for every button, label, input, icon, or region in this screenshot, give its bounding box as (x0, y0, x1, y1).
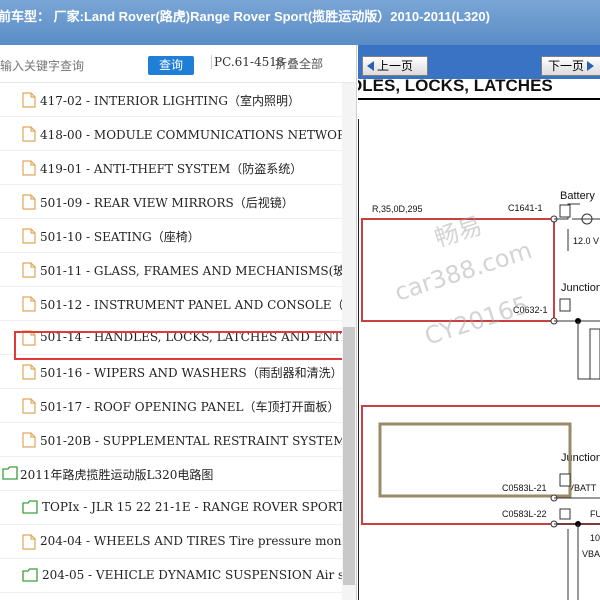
tree-item-label: 204-04 - WHEELS AND TIRES Tire pressure … (40, 534, 342, 548)
tree-item-label: 501-09 - REAR VIEW MIRRORS（后视镜） (40, 196, 294, 210)
junction-label-1: Junction (561, 282, 600, 294)
tree-item[interactable]: 419-01 - ANTI-THEFT SYSTEM（防盗系统） (0, 151, 342, 185)
watermark-line-3: CY20165 (421, 291, 532, 351)
title-prefix: 前车型： (0, 9, 51, 24)
next-page-label: 下一页 (548, 59, 585, 73)
fuse-label: FU (590, 509, 600, 519)
tree-item[interactable]: 501-10 - SEATING（座椅） (0, 219, 342, 253)
file-icon (22, 92, 36, 108)
c0583l21-label: C0583L-21 (502, 483, 547, 493)
tree-panel: 查询 PC.61-4518 折叠全部 417-02 - INTERIOR LIG… (0, 45, 357, 600)
tree-item[interactable]: 501-20B - SUPPLEMENTAL RESTRAINT SYSTEM（ (0, 423, 342, 457)
diagram-heading: DLES, LOCKS, LATCHES (358, 79, 553, 95)
junction-branch-1 (577, 321, 600, 380)
file-icon (22, 534, 36, 550)
tree-item-label: TOPIx - JLR 15 22 21-1E - RANGE ROVER SP… (42, 500, 342, 514)
file-icon (22, 364, 36, 380)
battery-box (559, 204, 571, 218)
tree-item[interactable]: 418-00 - MODULE COMMUNICATIONS NETWORK（ (0, 117, 342, 151)
c0583l22-label: C0583L-22 (502, 509, 547, 519)
tree-item-label: 501-12 - INSTRUMENT PANEL AND CONSOLE（仪表 (40, 298, 342, 312)
window-title: 厂家:Land Rover(路虎)Range Rover Sport(揽胜运动版… (53, 9, 490, 24)
junction-box-2 (559, 473, 571, 487)
arrow-left-icon (367, 61, 374, 71)
wiring-diagram[interactable]: DLES, LOCKS, LATCHES R,35,0D,295 C1641-1… (358, 79, 600, 600)
wiring-diagram-svg: DLES, LOCKS, LATCHES R,35,0D,295 C1641-1… (358, 79, 600, 600)
tree-item[interactable]: 2011年路虎揽胜运动版L320电路图 (0, 457, 342, 491)
tree-item-label: 501-16 - WIPERS AND WASHERS（雨刮器和清洗） (40, 366, 342, 380)
tree-item-label: 418-00 - MODULE COMMUNICATIONS NETWORK（ (40, 128, 342, 142)
viewer-toolbar: 上一页 下一页 (358, 45, 600, 79)
vba-label: VBA (582, 549, 600, 559)
tree-item[interactable]: 204-05 - VEHICLE DYNAMIC SUSPENSION Air … (0, 559, 342, 593)
junction-box-1 (559, 298, 571, 312)
prev-page-button[interactable]: 上一页 (362, 56, 428, 76)
watermark-line-1: 畅易 (431, 211, 485, 252)
fuse-rating-label: 10 (590, 533, 600, 543)
tree-item-label: 501-17 - ROOF OPENING PANEL（车顶打开面板） (40, 400, 340, 414)
collapse-all-button[interactable]: 折叠全部 (275, 55, 323, 72)
tree-item[interactable]: TOPIx - JLR 15 22 21-1E - RANGE ROVER SP… (0, 491, 342, 525)
file-icon (22, 262, 36, 278)
tree-item[interactable]: 501-17 - ROOF OPENING PANEL（车顶打开面板） (0, 389, 342, 423)
folder-icon (2, 466, 18, 482)
tree-item[interactable]: 501-16 - WIPERS AND WASHERS（雨刮器和清洗） (0, 355, 342, 389)
tree-scroll-thumb[interactable] (343, 327, 355, 585)
junction-block-1 (589, 328, 600, 380)
file-icon (22, 398, 36, 414)
folder-icon (22, 568, 38, 584)
watermark: 畅易 car388.com CY20165 (391, 211, 535, 350)
tree-item-label: 204-05 - VEHICLE DYNAMIC SUSPENSION Air … (42, 568, 342, 582)
tree-item-label: 417-02 - INTERIOR LIGHTING（室内照明） (40, 94, 300, 108)
tree-item[interactable]: 417-02 - INTERIOR LIGHTING（室内照明） (0, 83, 342, 117)
arrow-right-icon (587, 61, 595, 71)
file-icon (22, 432, 36, 448)
tree-item-label: 2011年路虎揽胜运动版L320电路图 (20, 468, 214, 482)
rcode-label: R,35,0D,295 (372, 204, 423, 214)
window-titlebar: 前车型： 厂家:Land Rover(路虎)Range Rover Sport(… (0, 0, 600, 45)
selection-highlight (14, 331, 347, 360)
search-input[interactable] (0, 57, 140, 75)
battery-label: Battery (560, 190, 595, 202)
vbatt-label: VBATT (568, 483, 597, 493)
viewer-panel: 上一页 下一页 DLES, LOCKS, LATCHES R,35,0D,295… (358, 45, 600, 600)
tree-item[interactable]: 501-12 - INSTRUMENT PANEL AND CONSOLE（仪表 (0, 287, 342, 321)
tree-item-label: 419-01 - ANTI-THEFT SYSTEM（防盗系统） (40, 162, 303, 176)
folder-icon (22, 500, 38, 516)
c1641-label: C1641-1 (508, 203, 543, 213)
tree-item-label: 501-11 - GLASS, FRAMES AND MECHANISMS(玻璃… (40, 264, 342, 278)
file-icon (22, 296, 36, 312)
search-bar: 查询 PC.61-4518 折叠全部 (0, 45, 357, 83)
tree-item-label: 501-10 - SEATING（座椅） (40, 230, 200, 244)
pc-code-label: PC.61-4518 (211, 55, 285, 69)
next-page-button[interactable]: 下一页 (541, 56, 600, 76)
file-icon (22, 126, 36, 142)
tree-item-label: 501-20B - SUPPLEMENTAL RESTRAINT SYSTEM（ (40, 434, 342, 448)
tree-item[interactable]: 204-04 - WHEELS AND TIRES Tire pressure … (0, 525, 342, 559)
fuse-box (559, 508, 571, 520)
query-button[interactable]: 查询 (148, 56, 194, 75)
file-icon (22, 228, 36, 244)
voltage-label: 12.0 V (573, 236, 599, 246)
file-icon (22, 160, 36, 176)
tree-item[interactable]: 501-09 - REAR VIEW MIRRORS（后视镜） (0, 185, 342, 219)
prev-page-label: 上一页 (377, 59, 414, 73)
junction-label-2: Junction (561, 452, 600, 464)
file-icon (22, 194, 36, 210)
tree-item[interactable]: 501-11 - GLASS, FRAMES AND MECHANISMS(玻璃… (0, 253, 342, 287)
